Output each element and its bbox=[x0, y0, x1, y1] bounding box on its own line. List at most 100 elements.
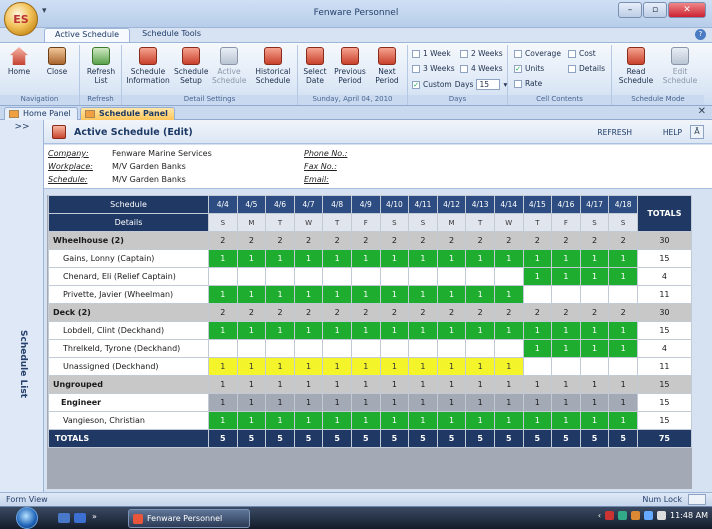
schedule-cell[interactable]: 2 bbox=[265, 303, 295, 322]
schedule-cell[interactable]: 1 bbox=[579, 267, 610, 286]
schedule-cell[interactable]: 1 bbox=[436, 357, 467, 376]
schedule-cell[interactable]: 1 bbox=[322, 393, 352, 412]
schedule-cell[interactable]: 1 bbox=[408, 357, 438, 376]
schedule-cell[interactable]: 1 bbox=[322, 411, 352, 430]
schedule-cell[interactable]: 1 bbox=[322, 285, 352, 304]
schedule-cell[interactable]: 1 bbox=[236, 249, 267, 268]
schedule-cell[interactable]: 1 bbox=[493, 249, 524, 268]
schedule-cell[interactable]: 1 bbox=[350, 357, 381, 376]
schedule-cell[interactable]: 1 bbox=[350, 393, 381, 412]
schedule-cell[interactable] bbox=[265, 267, 295, 286]
schedule-cell[interactable]: 1 bbox=[436, 411, 467, 430]
schedule-cell[interactable] bbox=[293, 339, 324, 358]
schedule-cell[interactable]: 1 bbox=[350, 411, 381, 430]
schedule-cell[interactable]: 1 bbox=[350, 321, 381, 340]
taskbar-app-fenware[interactable]: Fenware Personnel bbox=[128, 509, 250, 528]
group-row[interactable]: Engineer 1 1 1 1 1 1 1 1 1 1 1 1 1 1 1 15 bbox=[48, 393, 692, 412]
schedule-cell[interactable] bbox=[493, 339, 524, 358]
schedule-cell[interactable]: 2 bbox=[322, 303, 352, 322]
chevron-down-icon[interactable]: ▾ bbox=[503, 80, 507, 89]
group-row[interactable]: Wheelhouse (2) 2 2 2 2 2 2 2 2 2 2 2 2 2 2 2 30 bbox=[48, 231, 692, 250]
schedule-cell[interactable]: 1 bbox=[608, 249, 638, 268]
schedule-cell[interactable] bbox=[522, 357, 553, 376]
schedule-cell[interactable]: 1 bbox=[465, 321, 495, 340]
checkbox-3-weeks[interactable] bbox=[412, 64, 420, 73]
row-name[interactable]: Chenard, Eli (Relief Captain) bbox=[48, 267, 209, 286]
checkbox-4-weeks[interactable] bbox=[460, 64, 468, 73]
schedule-cell[interactable] bbox=[436, 339, 467, 358]
schedule-cell[interactable] bbox=[608, 357, 638, 376]
header-date[interactable]: 4/15 bbox=[522, 195, 553, 214]
option-rate[interactable]: Rate bbox=[514, 79, 542, 88]
schedule-cell[interactable] bbox=[408, 267, 438, 286]
schedule-cell[interactable] bbox=[436, 267, 467, 286]
employee-row[interactable]: Privette, Javier (Wheelman) 1 1 1 1 1 1 1 1 1 1 1 11 bbox=[48, 285, 692, 304]
schedule-cell[interactable]: 1 bbox=[465, 393, 495, 412]
schedule-cell[interactable]: 1 bbox=[408, 249, 438, 268]
schedule-cell[interactable]: 2 bbox=[408, 231, 438, 250]
application-menu-orb[interactable]: ES bbox=[4, 2, 38, 36]
schedule-cell[interactable]: 1 bbox=[465, 411, 495, 430]
schedule-cell[interactable] bbox=[579, 357, 610, 376]
schedule-cell[interactable]: 1 bbox=[379, 249, 410, 268]
ribbon-help-icon[interactable]: ? bbox=[695, 29, 706, 40]
schedule-cell[interactable]: 1 bbox=[265, 375, 295, 394]
refresh-list-button[interactable]: Refresh List bbox=[84, 47, 118, 85]
schedule-cell[interactable]: 1 bbox=[522, 411, 553, 430]
schedule-cell[interactable]: 1 bbox=[608, 411, 638, 430]
browser-icon[interactable] bbox=[74, 513, 86, 523]
schedule-cell[interactable]: 1 bbox=[350, 285, 381, 304]
employee-row[interactable]: Lobdell, Clint (Deckhand) 1 1 1 1 1 1 1 1 1 1 1 1 1 1 1… bbox=[48, 321, 692, 340]
employee-row[interactable]: Threlkeld, Tyrone (Deckhand) 1 1 1 1 4 bbox=[48, 339, 692, 358]
checkbox-coverage[interactable] bbox=[514, 49, 522, 58]
schedule-cell[interactable] bbox=[465, 267, 495, 286]
option-cost[interactable]: Cost bbox=[568, 49, 596, 58]
schedule-cell[interactable]: 1 bbox=[551, 339, 581, 358]
schedule-cell[interactable]: 1 bbox=[265, 321, 295, 340]
group-row[interactable]: Deck (2) 2 2 2 2 2 2 2 2 2 2 2 2 2 2 2 30 bbox=[48, 303, 692, 322]
schedule-cell[interactable]: 1 bbox=[379, 321, 410, 340]
employee-row[interactable]: Vangieson, Christian 1 1 1 1 1 1 1 1 1 1 1 1 1 1 1 15 bbox=[48, 411, 692, 430]
schedule-cell[interactable]: 1 bbox=[265, 393, 295, 412]
tray-app-icon[interactable] bbox=[605, 511, 615, 520]
schedule-cell[interactable]: 1 bbox=[551, 411, 581, 430]
schedule-cell[interactable]: 1 bbox=[522, 393, 553, 412]
schedule-cell[interactable]: 1 bbox=[208, 375, 238, 394]
maximize-button[interactable]: ▫ bbox=[643, 2, 667, 18]
schedule-cell[interactable]: 2 bbox=[350, 231, 381, 250]
checkbox-custom[interactable]: ✓ bbox=[412, 80, 420, 89]
schedule-cell[interactable]: 1 bbox=[265, 357, 295, 376]
schedule-cell[interactable]: 1 bbox=[436, 321, 467, 340]
schedule-cell[interactable]: 2 bbox=[379, 231, 410, 250]
row-name[interactable]: Privette, Javier (Wheelman) bbox=[48, 285, 209, 304]
schedule-cell[interactable]: 2 bbox=[293, 303, 324, 322]
schedule-cell[interactable]: 1 bbox=[436, 285, 467, 304]
schedule-cell[interactable]: 1 bbox=[608, 375, 638, 394]
schedule-cell[interactable]: 2 bbox=[236, 303, 267, 322]
checkbox-cost[interactable] bbox=[568, 49, 576, 58]
previous-period-button[interactable]: Previous Period bbox=[332, 47, 368, 85]
tray-app-icon[interactable] bbox=[631, 511, 641, 520]
start-button[interactable] bbox=[16, 507, 38, 529]
schedule-cell[interactable]: 1 bbox=[493, 411, 524, 430]
option-details[interactable]: Details bbox=[568, 64, 605, 73]
row-name[interactable]: Gains, Lonny (Captain) bbox=[48, 249, 209, 268]
schedule-cell[interactable]: 1 bbox=[579, 411, 610, 430]
schedule-cell[interactable]: 1 bbox=[265, 249, 295, 268]
schedule-cell[interactable]: 1 bbox=[608, 393, 638, 412]
option-2-weeks[interactable]: 2 Weeks bbox=[460, 49, 503, 58]
schedule-cell[interactable]: 1 bbox=[522, 267, 553, 286]
collapse-up-icon[interactable]: Ā bbox=[690, 125, 704, 139]
schedule-cell[interactable]: 2 bbox=[350, 303, 381, 322]
row-name[interactable]: Threlkeld, Tyrone (Deckhand) bbox=[48, 339, 209, 358]
schedule-cell[interactable]: 1 bbox=[493, 357, 524, 376]
schedule-cell[interactable]: 1 bbox=[265, 411, 295, 430]
schedule-cell[interactable]: 1 bbox=[579, 393, 610, 412]
tray-app-icon[interactable] bbox=[618, 511, 628, 520]
tab-home-panel[interactable]: Home Panel bbox=[4, 107, 78, 120]
header-date[interactable]: 4/12 bbox=[436, 195, 467, 214]
schedule-cell[interactable]: 1 bbox=[408, 321, 438, 340]
schedule-cell[interactable]: 2 bbox=[551, 231, 581, 250]
schedule-cell[interactable]: 1 bbox=[379, 285, 410, 304]
schedule-cell[interactable] bbox=[408, 339, 438, 358]
